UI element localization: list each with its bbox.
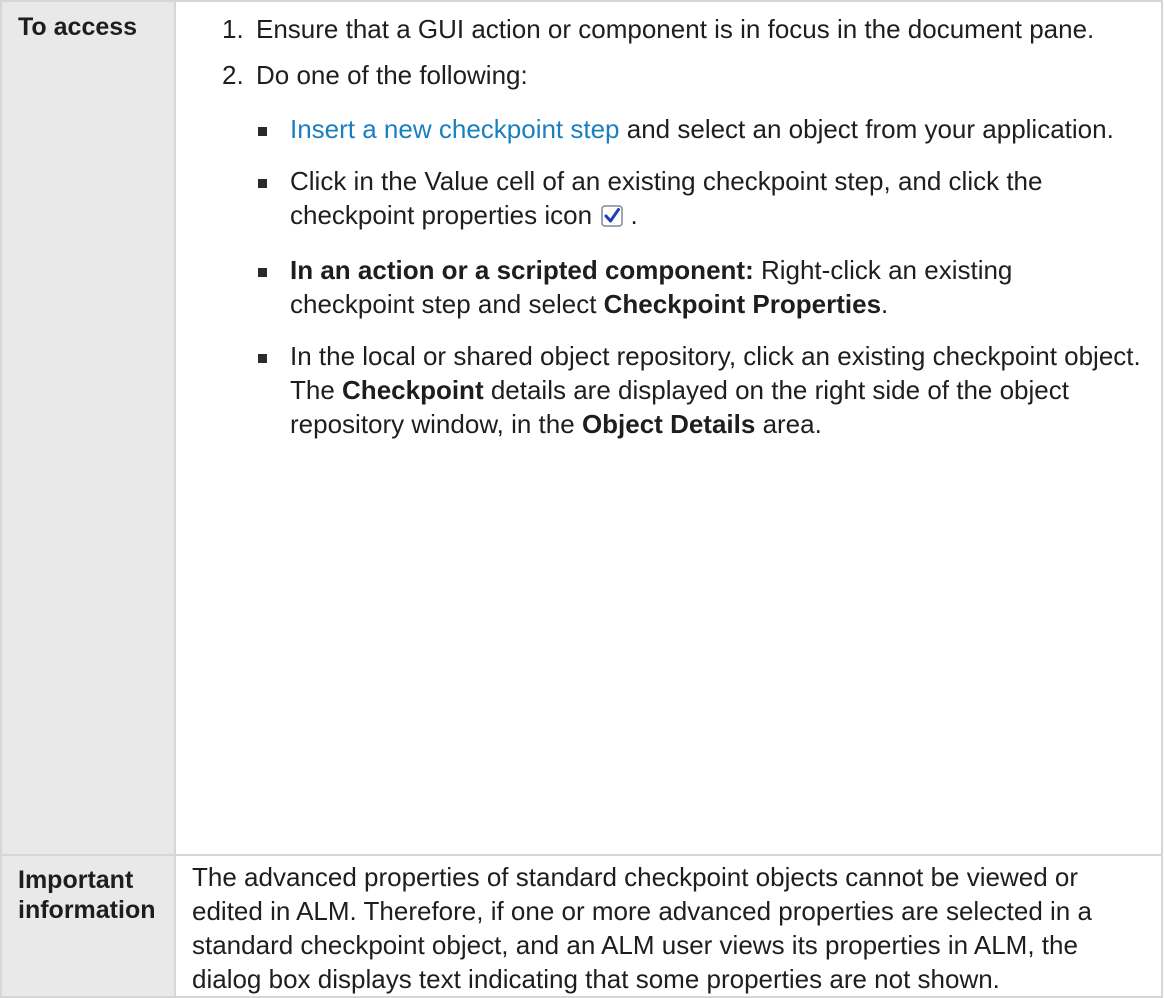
option-value-cell: Click in the Value cell of an existing c… bbox=[256, 164, 1141, 235]
row-header-important-information: Important information bbox=[0, 854, 176, 998]
info-table: To access 1. Ensure that a GUI action or… bbox=[0, 0, 1163, 998]
option-insert-checkpoint: Insert a new checkpoint step and select … bbox=[256, 112, 1141, 146]
option-bold-checkpoint: Checkpoint bbox=[342, 375, 484, 405]
step-text: Do one of the following: bbox=[256, 60, 528, 90]
bullet-icon bbox=[258, 354, 267, 363]
option-right-click: In an action or a scripted component: Ri… bbox=[256, 253, 1141, 321]
bullet-icon bbox=[258, 179, 267, 188]
option-text-end: area. bbox=[755, 409, 822, 439]
row-body-to-access: 1. Ensure that a GUI action or component… bbox=[174, 0, 1163, 856]
option-bold-command: Checkpoint Properties bbox=[603, 289, 882, 319]
step-2: 2. Do one of the following: Insert a new… bbox=[176, 58, 1141, 441]
option-text: and select an object from your applicati… bbox=[619, 114, 1114, 144]
option-text: Click in the Value cell of an existing c… bbox=[290, 166, 1043, 230]
option-text-end: . bbox=[881, 289, 889, 319]
row-body-important-information: The advanced properties of standard chec… bbox=[174, 854, 1163, 998]
insert-checkpoint-link[interactable]: Insert a new checkpoint step bbox=[290, 114, 620, 144]
options-list: Insert a new checkpoint step and select … bbox=[256, 112, 1141, 441]
step-text: Ensure that a GUI action or component is… bbox=[256, 14, 1095, 44]
option-text-after: . bbox=[630, 200, 638, 230]
option-object-repository: In the local or shared object repository… bbox=[256, 339, 1141, 441]
option-bold-context: In an action or a scripted component: bbox=[290, 255, 754, 285]
step-1: 1. Ensure that a GUI action or component… bbox=[176, 12, 1141, 46]
steps-list: 1. Ensure that a GUI action or component… bbox=[176, 12, 1141, 441]
step-number: 1. bbox=[222, 14, 244, 44]
bullet-icon bbox=[258, 268, 267, 277]
bullet-icon bbox=[258, 127, 267, 136]
row-header-to-access: To access bbox=[0, 0, 176, 856]
table-row-important-information: Important information The advanced prope… bbox=[0, 854, 1163, 998]
checkbox-checked-icon bbox=[601, 201, 624, 235]
table-row-to-access: To access 1. Ensure that a GUI action or… bbox=[0, 0, 1163, 856]
step-number: 2. bbox=[222, 60, 244, 90]
option-bold-object-details: Object Details bbox=[581, 409, 756, 439]
